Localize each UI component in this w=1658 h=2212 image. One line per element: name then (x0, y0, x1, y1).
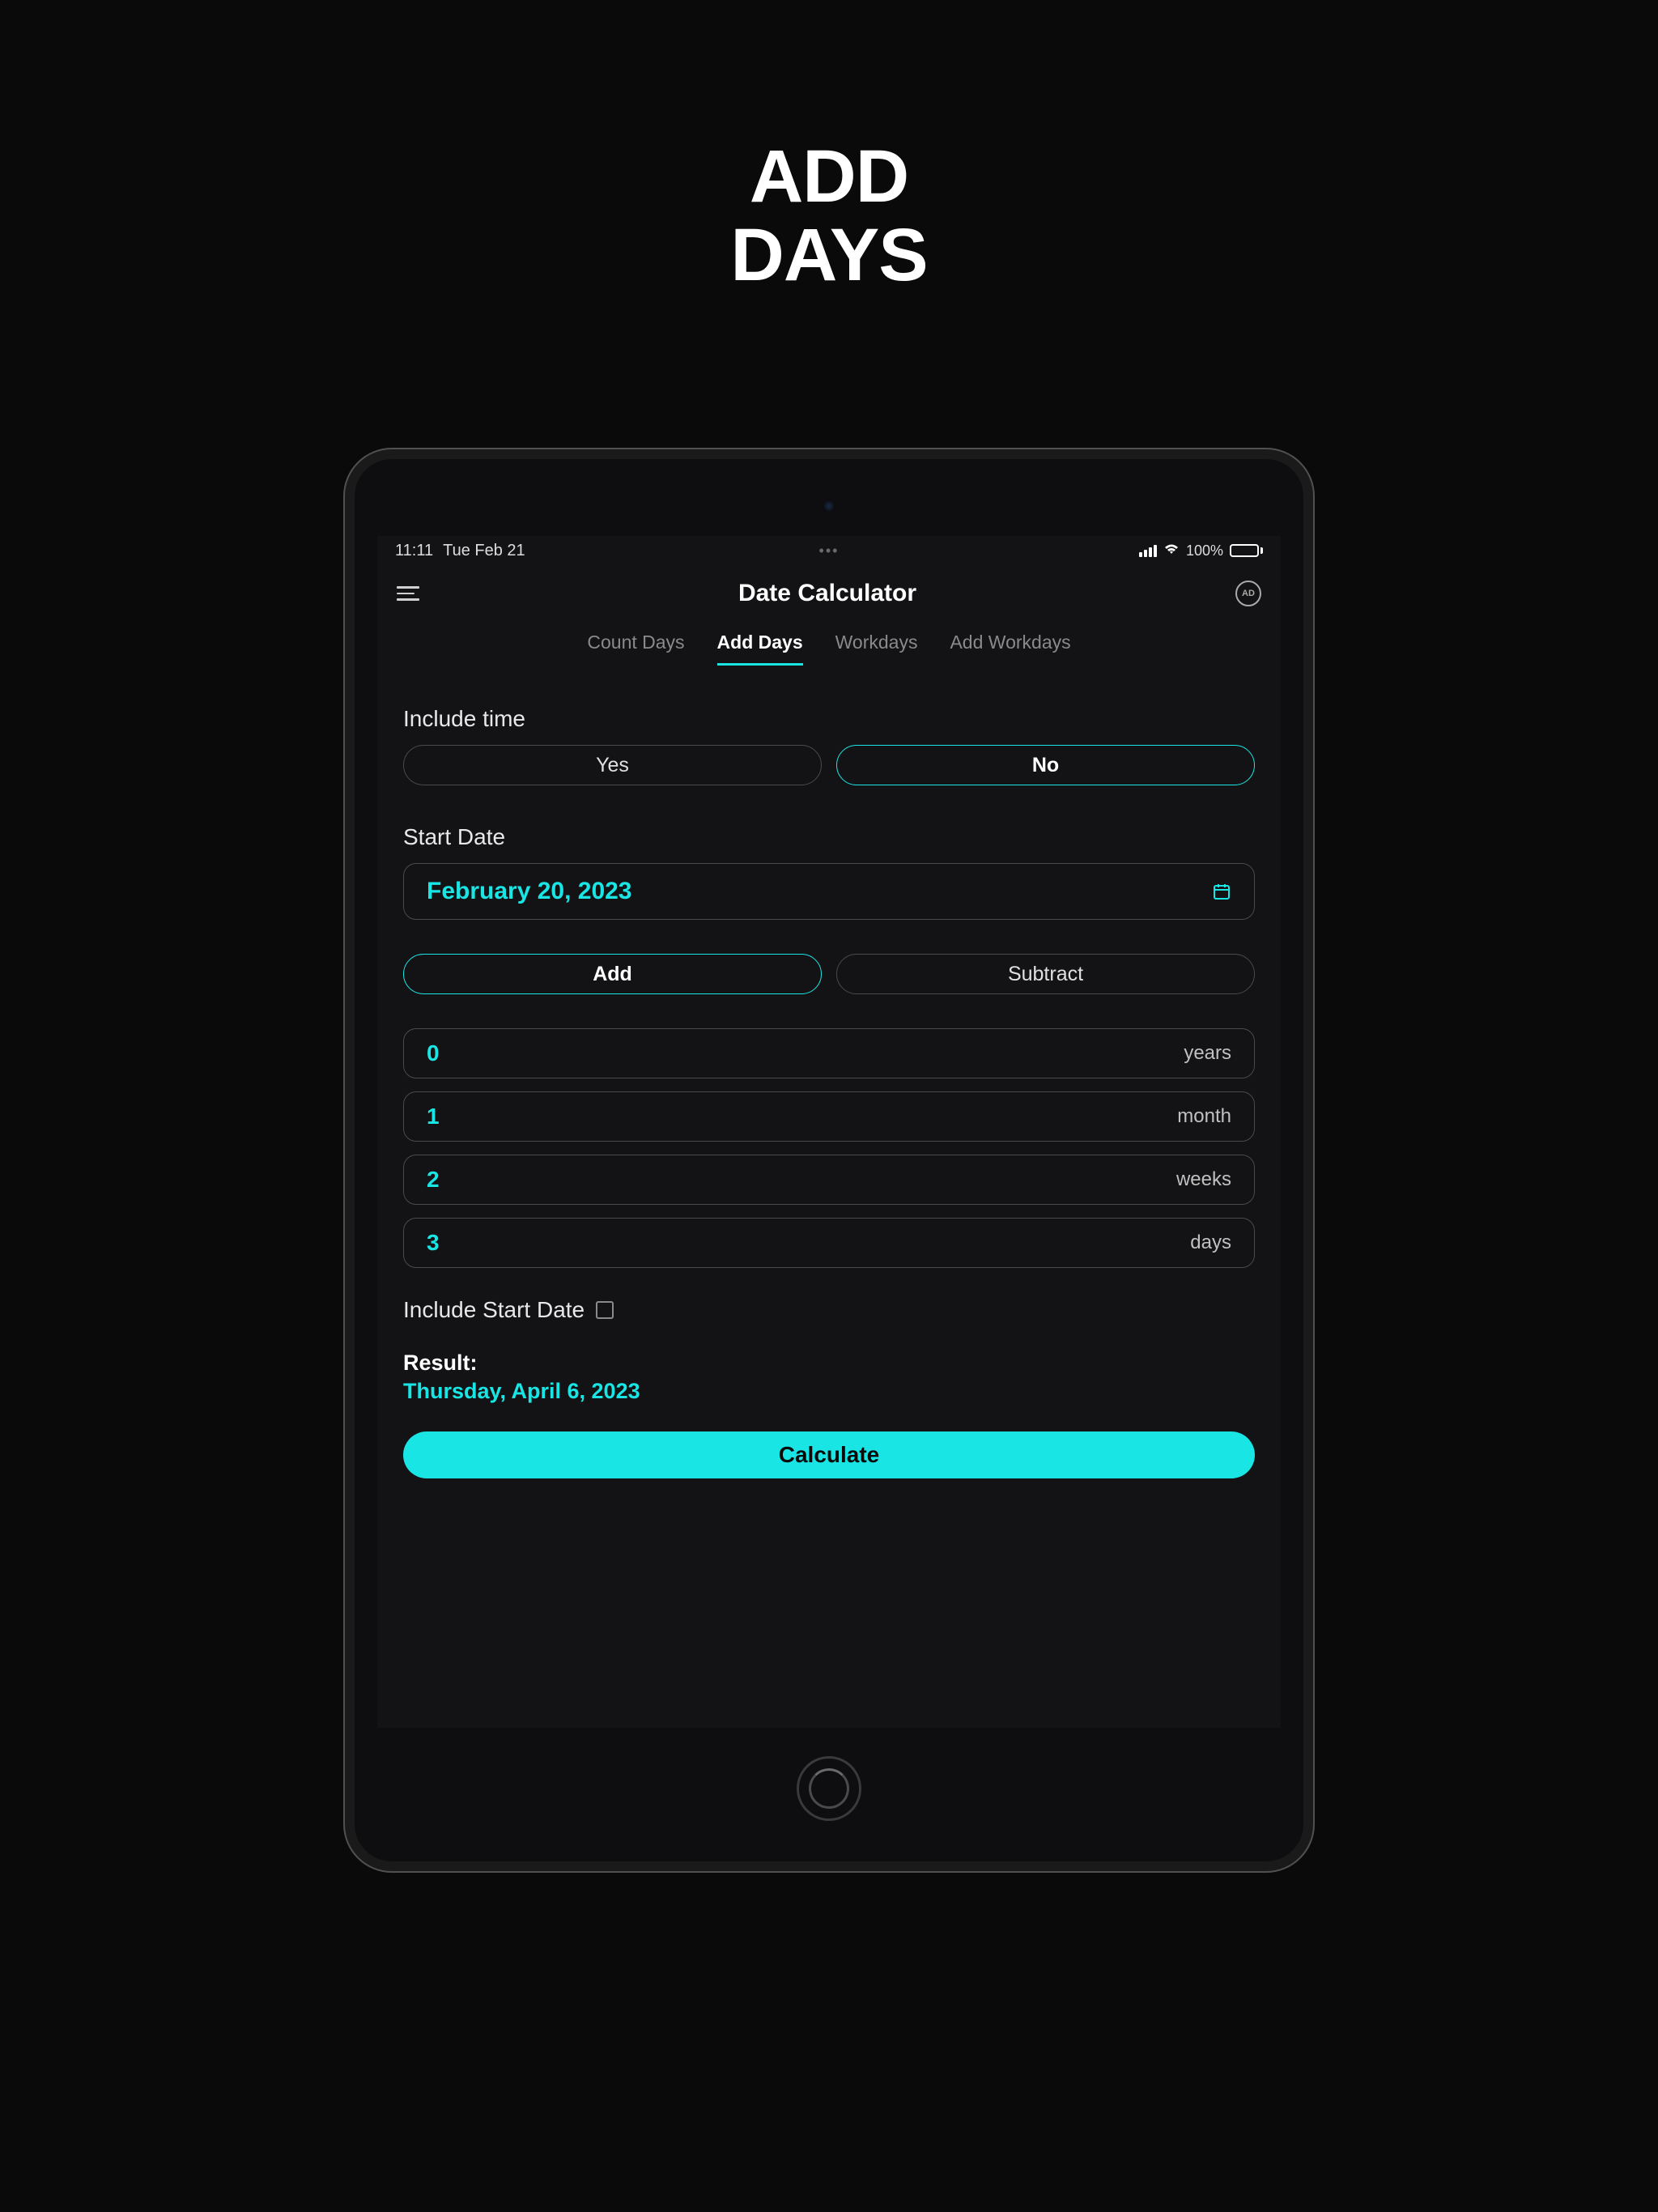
hero-title: ADD DAYS (730, 138, 927, 294)
weeks-unit: weeks (1176, 1168, 1231, 1191)
battery-percent: 100% (1186, 542, 1223, 559)
include-time-no[interactable]: No (836, 745, 1255, 785)
app-screen: 11:11 Tue Feb 21 ••• 100% (377, 536, 1281, 1728)
result-label: Result: (403, 1351, 1255, 1376)
calendar-icon (1212, 882, 1231, 901)
include-start-checkbox[interactable] (596, 1301, 614, 1319)
tablet-screen: 11:11 Tue Feb 21 ••• 100% (355, 459, 1303, 1861)
camera-icon (823, 500, 835, 513)
days-unit: days (1190, 1231, 1231, 1254)
tab-add-days[interactable]: Add Days (717, 632, 803, 666)
page-title: Date Calculator (738, 580, 916, 607)
years-field[interactable]: 0 years (403, 1028, 1255, 1078)
ad-badge[interactable]: AD (1235, 581, 1261, 606)
status-date: Tue Feb 21 (443, 542, 525, 560)
weeks-field[interactable]: 2 weeks (403, 1155, 1255, 1205)
include-start-row: Include Start Date (403, 1297, 1255, 1323)
tab-add-workdays[interactable]: Add Workdays (950, 632, 1070, 666)
status-time: 11:11 (395, 542, 433, 560)
months-value: 1 (427, 1104, 440, 1129)
status-bar: 11:11 Tue Feb 21 ••• 100% (377, 536, 1281, 565)
result-value: Thursday, April 6, 2023 (403, 1379, 1255, 1404)
signal-icon (1139, 545, 1157, 557)
status-right: 100% (1139, 542, 1263, 559)
operation-toggle: Add Subtract (403, 954, 1255, 994)
battery-icon (1230, 544, 1263, 557)
include-time-label: Include time (403, 706, 1255, 732)
calculate-button[interactable]: Calculate (403, 1431, 1255, 1478)
operation-subtract[interactable]: Subtract (836, 954, 1255, 994)
tab-workdays[interactable]: Workdays (835, 632, 918, 666)
weeks-value: 2 (427, 1167, 440, 1193)
tablet-frame: 11:11 Tue Feb 21 ••• 100% (343, 448, 1315, 1873)
years-value: 0 (427, 1040, 440, 1066)
home-button[interactable] (797, 1756, 861, 1821)
include-time-toggle: Yes No (403, 745, 1255, 785)
content: Include time Yes No Start Date February … (377, 666, 1281, 1478)
days-field[interactable]: 3 days (403, 1218, 1255, 1268)
start-date-label: Start Date (403, 824, 1255, 850)
operation-add[interactable]: Add (403, 954, 822, 994)
menu-icon[interactable] (397, 586, 419, 601)
tab-count-days[interactable]: Count Days (587, 632, 684, 666)
app-header: Date Calculator AD (377, 565, 1281, 615)
wifi-icon (1163, 542, 1180, 559)
status-left: 11:11 Tue Feb 21 (395, 542, 525, 560)
include-time-yes[interactable]: Yes (403, 745, 822, 785)
start-date-value: February 20, 2023 (427, 878, 632, 905)
include-start-label: Include Start Date (403, 1297, 585, 1323)
months-field[interactable]: 1 month (403, 1091, 1255, 1142)
days-value: 3 (427, 1230, 440, 1256)
years-unit: years (1184, 1042, 1231, 1065)
hero-line-1: ADD (730, 138, 927, 216)
status-dots-icon: ••• (819, 542, 840, 559)
hero-line-2: DAYS (730, 216, 927, 295)
start-date-field[interactable]: February 20, 2023 (403, 863, 1255, 920)
tab-bar: Count Days Add Days Workdays Add Workday… (377, 615, 1281, 666)
months-unit: month (1177, 1105, 1231, 1128)
home-button-ring-icon (809, 1768, 849, 1809)
